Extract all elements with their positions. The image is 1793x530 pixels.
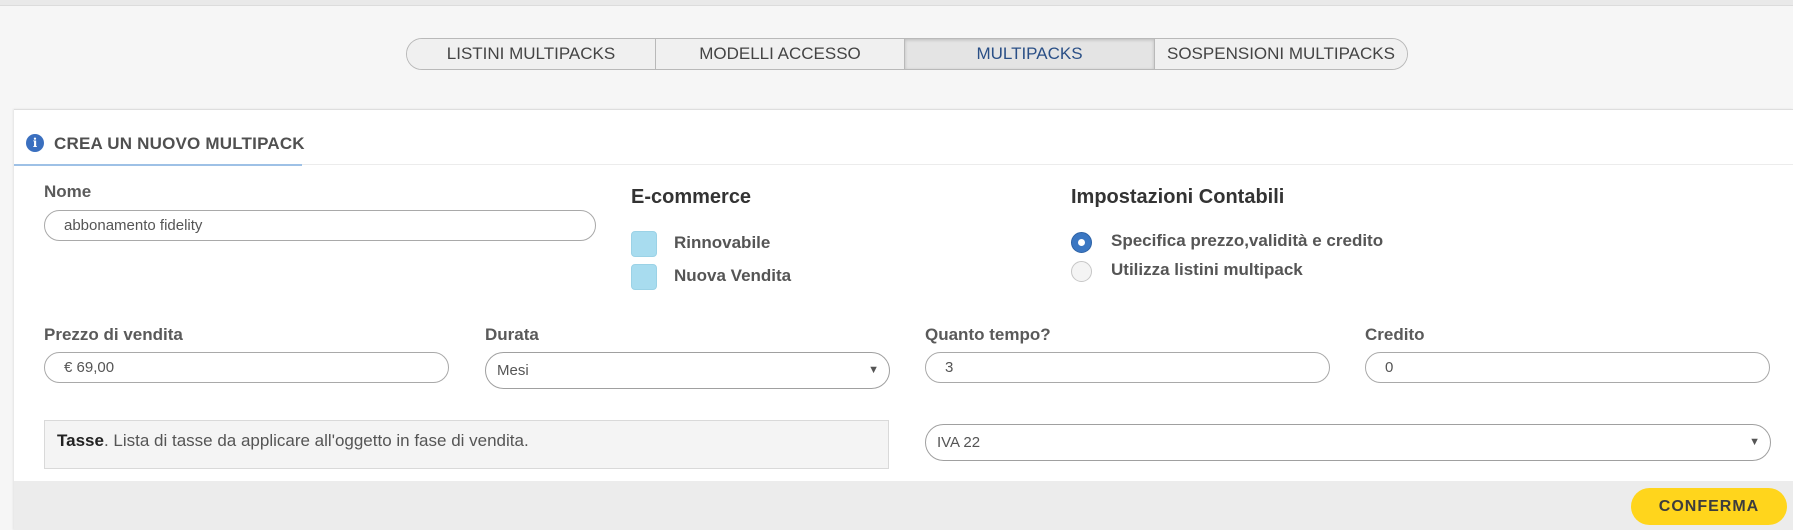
durata-select[interactable]: Mesi ▼ [485, 352, 890, 389]
chevron-down-icon: ▼ [868, 364, 879, 376]
utilizza-listini-radio[interactable] [1071, 261, 1092, 282]
quanto-tempo-input[interactable]: 3 [925, 352, 1330, 383]
confirm-button[interactable]: CONFERMA [1631, 488, 1787, 525]
tasse-bold: Tasse [57, 431, 104, 450]
prezzo-input[interactable]: € 69,00 [44, 352, 449, 383]
panel-title: CREA UN NUOVO MULTIPACK [54, 134, 305, 153]
specifica-prezzo-label: Specifica prezzo,validità e credito [1111, 231, 1384, 250]
tasse-text: . Lista di tasse da applicare all'oggett… [103, 431, 529, 450]
durata-value: Mesi [497, 362, 529, 379]
nome-input[interactable]: abbonamento fidelity [44, 210, 596, 241]
top-bar [0, 0, 1793, 6]
chevron-down-icon: ▼ [1749, 436, 1760, 448]
nuova-vendita-label: Nuova Vendita [674, 266, 792, 285]
prezzo-label: Prezzo di vendita [44, 325, 183, 344]
nome-label: Nome [44, 182, 92, 201]
panel-header: i CREA UN NUOVO MULTIPACK [14, 110, 1793, 166]
utilizza-listini-label: Utilizza listini multipack [1111, 260, 1303, 279]
tab-modelli-accesso[interactable]: MODELLI ACCESSO [656, 39, 905, 69]
tab-bar: LISTINI MULTIPACKS MODELLI ACCESSO MULTI… [406, 38, 1408, 70]
panel-header-underline [14, 164, 302, 166]
ecommerce-title: E-commerce [631, 186, 752, 208]
tab-multipacks[interactable]: MULTIPACKS [905, 39, 1155, 69]
rinnovabile-label: Rinnovabile [674, 233, 771, 252]
durata-label: Durata [485, 325, 539, 344]
tasse-description: Tasse. Lista di tasse da applicare all'o… [44, 420, 889, 469]
tasse-select[interactable]: IVA 22 ▼ [925, 424, 1771, 461]
tasse-value: IVA 22 [937, 434, 981, 451]
tab-sospensioni-multipacks[interactable]: SOSPENSIONI MULTIPACKS [1155, 39, 1407, 69]
specifica-prezzo-radio[interactable] [1071, 232, 1092, 253]
quanto-tempo-label: Quanto tempo? [925, 325, 1051, 344]
nuova-vendita-checkbox[interactable] [631, 264, 657, 290]
rinnovabile-checkbox[interactable] [631, 231, 657, 257]
tab-listini-multipacks[interactable]: LISTINI MULTIPACKS [407, 39, 656, 69]
info-icon: i [26, 134, 44, 152]
credito-input[interactable]: 0 [1365, 352, 1770, 383]
contabili-title: Impostazioni Contabili [1071, 186, 1285, 208]
credito-label: Credito [1365, 325, 1425, 344]
panel-footer [14, 481, 1793, 530]
